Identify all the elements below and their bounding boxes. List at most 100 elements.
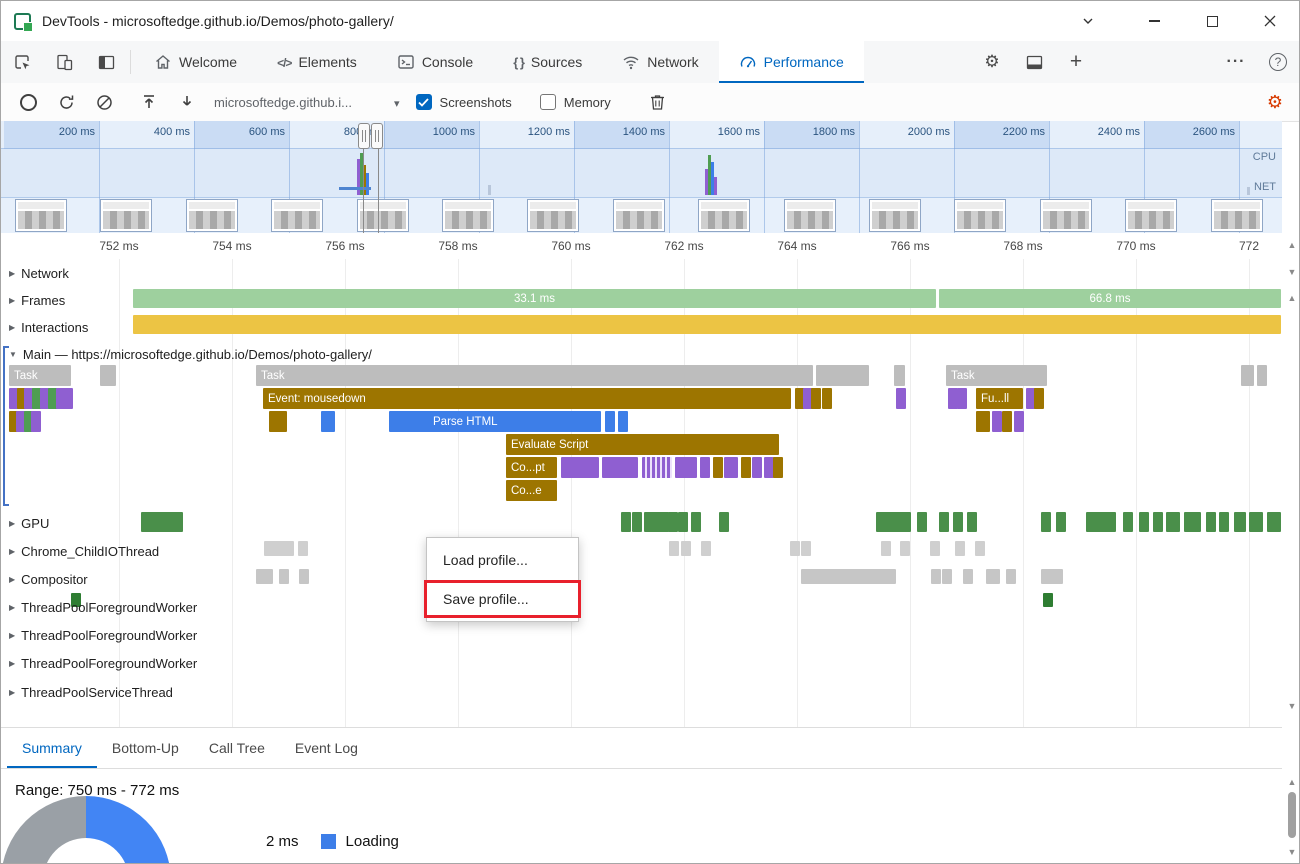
flame-span[interactable] (741, 457, 751, 478)
tab-bottom-up[interactable]: Bottom-Up (97, 728, 194, 768)
filmstrip-screenshot[interactable] (784, 199, 836, 232)
tracks-area[interactable]: ▶Network▶Frames▶Interactions▼Main — http… (1, 259, 1282, 727)
tab-sources[interactable]: Sources (493, 41, 602, 83)
gpu-span[interactable] (1249, 512, 1263, 532)
gpu-span[interactable] (1056, 512, 1066, 532)
track-label-main[interactable]: ▼Main — https://microsoftedge.github.io/… (9, 345, 372, 363)
select-chevron-icon[interactable] (394, 95, 400, 110)
record-reload-button[interactable] (47, 87, 85, 117)
gpu-span[interactable] (632, 512, 642, 532)
gpu-span[interactable] (1166, 512, 1180, 532)
tab-welcome[interactable]: Welcome (134, 41, 257, 83)
flame-span[interactable] (269, 411, 287, 432)
flame-span[interactable] (605, 411, 615, 432)
flame-span[interactable] (811, 388, 821, 409)
track-label-threadpoolforegroundworker[interactable]: ▶ThreadPoolForegroundWorker (9, 598, 197, 616)
gpu-span[interactable] (1234, 512, 1246, 532)
frame-duration-33-1-ms[interactable]: 33.1 ms (133, 289, 936, 308)
flame-span[interactable] (1241, 365, 1254, 386)
gpu-span[interactable] (691, 512, 701, 532)
tab-elements[interactable]: Elements (257, 41, 377, 83)
screenshots-checkbox-group[interactable]: Screenshots (416, 94, 512, 110)
close-button[interactable] (1241, 1, 1299, 41)
filmstrip-screenshot[interactable] (698, 199, 750, 232)
compositor-span[interactable] (801, 569, 896, 584)
gpu-span[interactable] (668, 512, 678, 532)
focus-panel-button[interactable] (85, 41, 127, 83)
dock-side-button[interactable] (1013, 53, 1055, 72)
gpu-span[interactable] (1041, 512, 1051, 532)
gpu-span[interactable] (719, 512, 729, 532)
tab-console[interactable]: Console (377, 41, 493, 83)
io-span[interactable] (801, 541, 811, 556)
gpu-span[interactable] (1139, 512, 1149, 532)
filmstrip-screenshot[interactable] (15, 199, 67, 232)
more-tools-button[interactable] (1215, 53, 1257, 71)
gpu-span[interactable] (1267, 512, 1281, 532)
io-span[interactable] (681, 541, 691, 556)
menu-item-save-profile[interactable]: Save profile... (427, 583, 578, 615)
gpu-span[interactable] (917, 512, 927, 532)
frame-duration-66-8-ms[interactable]: 66.8 ms (939, 289, 1281, 308)
device-emulation-button[interactable] (43, 41, 85, 83)
filmstrip-screenshot[interactable] (1125, 199, 1177, 232)
flame-span[interactable] (976, 411, 990, 432)
tracks-scroll-bottom-icon[interactable] (1285, 701, 1299, 711)
io-span[interactable] (930, 541, 940, 556)
filmstrip-screenshot[interactable] (442, 199, 494, 232)
clear-button[interactable] (85, 87, 123, 117)
track-label-network[interactable]: ▶Network (9, 264, 69, 282)
filmstrip-screenshot[interactable] (100, 199, 152, 232)
filmstrip-screenshot[interactable] (1211, 199, 1263, 232)
flame-span[interactable] (561, 457, 599, 478)
flame-span[interactable] (896, 388, 906, 409)
io-span[interactable] (669, 541, 679, 556)
compositor-span[interactable] (263, 569, 273, 584)
io-span[interactable] (298, 541, 308, 556)
flame-span[interactable] (816, 365, 869, 386)
devtools-settings-button[interactable] (971, 52, 1013, 72)
window-chevron-button[interactable] (1065, 1, 1111, 41)
flame-span-parse-html[interactable]: Parse HTML (389, 411, 601, 432)
add-tab-button[interactable] (1055, 50, 1097, 74)
track-label-chrome-childiothread[interactable]: ▶Chrome_ChildIOThread (9, 542, 159, 560)
filmstrip-screenshot[interactable] (186, 199, 238, 232)
track-label-threadpoolforegroundworker[interactable]: ▶ThreadPoolForegroundWorker (9, 626, 197, 644)
interaction-span[interactable] (133, 315, 1281, 334)
io-span[interactable] (975, 541, 985, 556)
garbage-collect-button[interactable] (639, 87, 677, 117)
tab-summary[interactable]: Summary (7, 728, 97, 768)
track-label-frames[interactable]: ▶Frames (9, 291, 65, 309)
io-span[interactable] (900, 541, 910, 556)
flame-span[interactable] (894, 365, 905, 386)
gpu-span[interactable] (1123, 512, 1133, 532)
flame-span[interactable] (642, 457, 672, 478)
gpu-span[interactable] (1184, 512, 1201, 532)
gpu-span[interactable] (1219, 512, 1229, 532)
help-button[interactable]: ? (1257, 53, 1299, 71)
flame-span[interactable] (618, 411, 628, 432)
flame-span[interactable] (602, 457, 638, 478)
capture-settings-button[interactable] (1267, 92, 1283, 113)
tab-call-tree[interactable]: Call Tree (194, 728, 280, 768)
summary-scroll-up-icon[interactable] (1285, 777, 1299, 787)
flame-span-co-pt[interactable]: Co...pt (506, 457, 557, 478)
flame-span[interactable] (957, 388, 967, 409)
io-span[interactable] (790, 541, 800, 556)
tracks-scroll-up-icon[interactable] (1285, 240, 1299, 250)
compositor-span[interactable] (942, 569, 952, 584)
flame-span-task[interactable]: Task (256, 365, 813, 386)
filmstrip-screenshot[interactable] (357, 199, 409, 232)
track-label-gpu[interactable]: ▶GPU (9, 514, 49, 532)
compositor-span[interactable] (1006, 569, 1016, 584)
tab-network[interactable]: Network (602, 41, 718, 83)
gpu-span[interactable] (621, 512, 631, 532)
filmstrip-screenshot[interactable] (271, 199, 323, 232)
flame-span[interactable] (1034, 388, 1044, 409)
tracks-scroll-down-icon[interactable] (1285, 267, 1299, 277)
gpu-span[interactable] (939, 512, 949, 532)
summary-scrollbar-thumb[interactable] (1288, 792, 1296, 838)
filmstrip-screenshot[interactable] (613, 199, 665, 232)
track-label-compositor[interactable]: ▶Compositor (9, 570, 88, 588)
gpu-span[interactable] (1153, 512, 1163, 532)
